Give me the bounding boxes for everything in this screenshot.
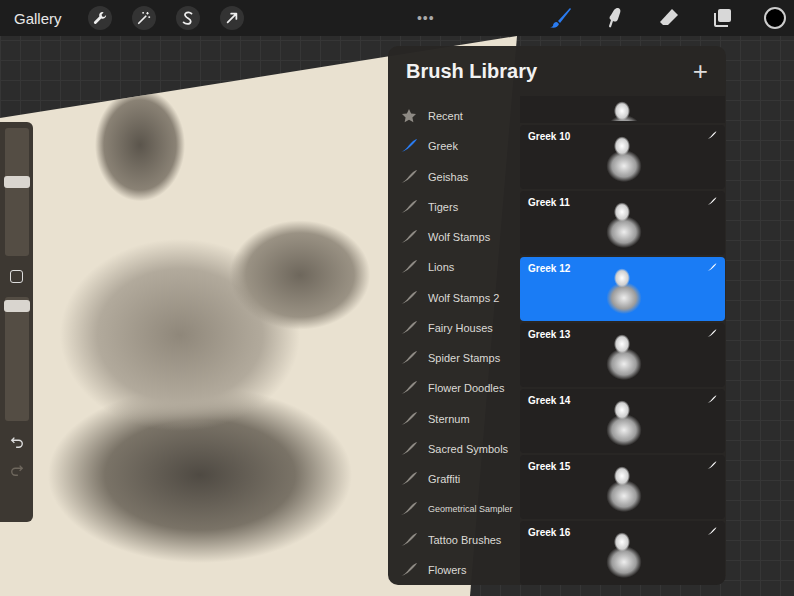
smudge-icon[interactable]: [602, 5, 628, 31]
category-item[interactable]: Tigers: [388, 192, 520, 222]
category-item[interactable]: Sacred Symbols: [388, 434, 520, 464]
brush-card[interactable]: Greek 14: [520, 389, 725, 453]
transform-icon[interactable]: [220, 6, 244, 30]
category-item[interactable]: Geishas: [388, 162, 520, 192]
brush-thumbnail: [598, 198, 648, 248]
eraser-icon[interactable]: [656, 5, 682, 31]
wrench-icon[interactable]: [88, 6, 112, 30]
brush-list: Greek 10Greek 11Greek 12Greek 13Greek 14…: [520, 96, 726, 585]
category-item[interactable]: Flower Doodles: [388, 373, 520, 403]
brush-thumbnail: [598, 462, 648, 512]
opacity-slider[interactable]: [5, 297, 29, 421]
brush-stroke-icon: [400, 169, 418, 185]
category-item[interactable]: Recent: [388, 101, 520, 131]
brush-stroke-icon: [707, 329, 717, 338]
left-sidebar: [0, 122, 33, 522]
category-item[interactable]: Sternum: [388, 404, 520, 434]
brush-library-panel: Brush Library+RecentGreekGeishasTigersWo…: [388, 46, 726, 585]
gallery-button[interactable]: Gallery: [14, 10, 62, 27]
selection-icon[interactable]: [176, 6, 200, 30]
slider-handle[interactable]: [4, 300, 30, 312]
brush-card[interactable]: Greek 15: [520, 455, 725, 519]
brush-thumbnail: [598, 99, 648, 123]
brush-stroke-icon: [707, 461, 717, 470]
statue-artwork: [0, 75, 420, 596]
brush-thumbnail: [598, 264, 648, 314]
category-item[interactable]: Spider Stamps: [388, 343, 520, 373]
brush-stroke-icon: [400, 350, 418, 366]
brush-stroke-icon: [707, 263, 717, 272]
star-icon: [400, 108, 418, 124]
brush-stroke-icon: [400, 380, 418, 396]
undo-icon[interactable]: [10, 435, 24, 449]
color-swatch[interactable]: [764, 7, 786, 29]
layers-icon[interactable]: [710, 5, 736, 31]
brush-thumbnail: [598, 528, 648, 578]
brush-thumbnail: [598, 330, 648, 380]
brush-stroke-icon: [400, 259, 418, 275]
brush-stroke-icon: [400, 320, 418, 336]
add-button[interactable]: +: [693, 56, 708, 87]
brush-thumbnail: [598, 132, 648, 182]
more-button[interactable]: •••: [417, 10, 435, 26]
category-item[interactable]: Tattoo Brushes: [388, 525, 520, 555]
procreate-screen: Gallery ••• Brush Library + RecentGreekGeish…: [0, 0, 794, 596]
category-item[interactable]: Wolf Stamps: [388, 222, 520, 252]
brush-stroke-icon: [400, 138, 418, 154]
brush-stroke-icon: [707, 395, 717, 404]
category-list: RecentGreekGeishasTigersWolf StampsLions…: [388, 96, 520, 585]
category-item[interactable]: Flowers: [388, 555, 520, 585]
brush-stroke-icon: [707, 527, 717, 536]
top-toolbar: Gallery •••: [0, 0, 794, 36]
brush-card[interactable]: Greek 10: [520, 125, 725, 189]
category-item[interactable]: Wolf Stamps 2: [388, 283, 520, 313]
brush-card[interactable]: [520, 96, 725, 123]
brush-stroke-icon: [400, 501, 418, 517]
category-item[interactable]: Greek: [388, 131, 520, 161]
brush-card[interactable]: Greek 12: [520, 257, 725, 321]
brush-stroke-icon: [400, 441, 418, 457]
wand-icon[interactable]: [132, 6, 156, 30]
brush-stroke-icon: [400, 229, 418, 245]
brush-stroke-icon: [400, 562, 418, 578]
category-item[interactable]: Geometrical Sampler: [388, 494, 520, 524]
category-item[interactable]: Graffiti: [388, 464, 520, 494]
modify-button[interactable]: [10, 270, 23, 283]
brush-card[interactable]: Greek 11: [520, 191, 725, 255]
redo-icon[interactable]: [10, 463, 24, 477]
slider-handle[interactable]: [4, 176, 30, 188]
brush-stroke-icon: [707, 131, 717, 140]
brush-size-slider[interactable]: [5, 128, 29, 256]
brush-icon[interactable]: [548, 5, 574, 31]
brush-thumbnail: [598, 396, 648, 446]
brush-stroke-icon: [400, 199, 418, 215]
brush-stroke-icon: [400, 471, 418, 487]
brush-stroke-icon: [400, 411, 418, 427]
brush-stroke-icon: [400, 532, 418, 548]
panel-title: Brush Library: [406, 60, 537, 83]
category-item[interactable]: Lions: [388, 252, 520, 282]
brush-card[interactable]: Greek 13: [520, 323, 725, 387]
brush-card[interactable]: Greek 16: [520, 521, 725, 585]
brush-stroke-icon: [400, 290, 418, 306]
category-item[interactable]: Fairy Houses: [388, 313, 520, 343]
brush-stroke-icon: [707, 197, 717, 206]
